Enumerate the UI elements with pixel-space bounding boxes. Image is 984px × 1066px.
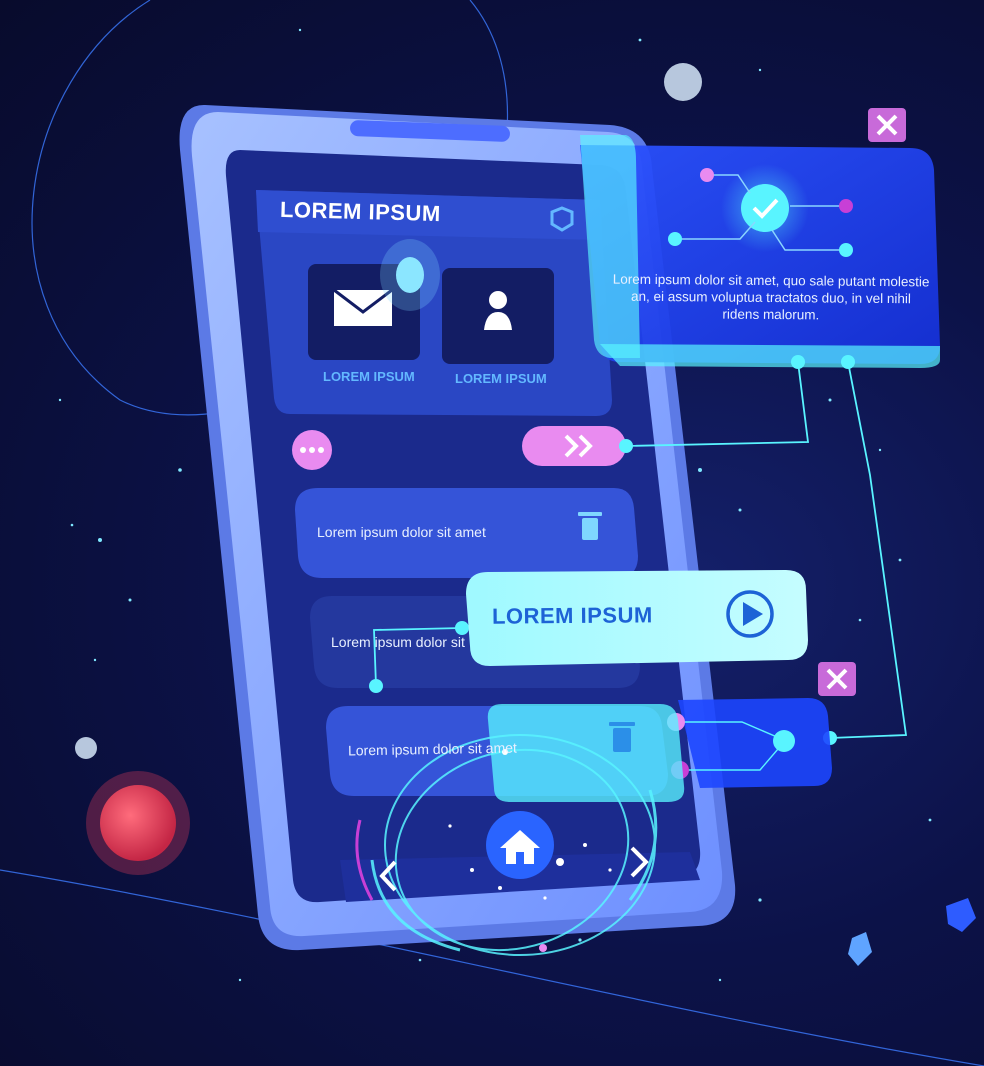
- list-row-2-label: Lorem ipsum dolor sit amet: [331, 634, 467, 650]
- list-row-1-label: Lorem ipsum dolor sit amet: [317, 524, 486, 540]
- planet-small: [75, 737, 97, 759]
- phone-header-title: LOREM IPSUM: [279, 196, 442, 227]
- planet-red: [100, 785, 176, 861]
- glow-orb-core: [396, 257, 424, 293]
- scene-graphics: [0, 0, 984, 1066]
- illustration-scene: LOREM IPSUM LOREM IPSUM LOREM IPSUM Lore…: [0, 0, 984, 1066]
- node-panel: [678, 698, 832, 788]
- more-dots-icon: [300, 447, 324, 453]
- crystal-shape: [946, 898, 976, 932]
- planet-gray: [664, 63, 702, 101]
- info-panel-text: Lorem ipsum dolor sit amet, quo sale put…: [612, 271, 930, 323]
- overlay-card: [487, 704, 685, 802]
- tile-label-user: LOREM IPSUM: [455, 371, 547, 386]
- tile-label-mail: LOREM IPSUM: [323, 369, 415, 384]
- cta-button-label: LOREM IPSUM: [491, 602, 653, 629]
- crystal-shape-small: [848, 932, 872, 966]
- list-row-3-label: Lorem ipsum dolor sit amet: [347, 739, 517, 759]
- list-row-2-label-clip: Lorem ipsum dolor sit amet: [331, 634, 467, 654]
- mail-icon: [333, 288, 393, 326]
